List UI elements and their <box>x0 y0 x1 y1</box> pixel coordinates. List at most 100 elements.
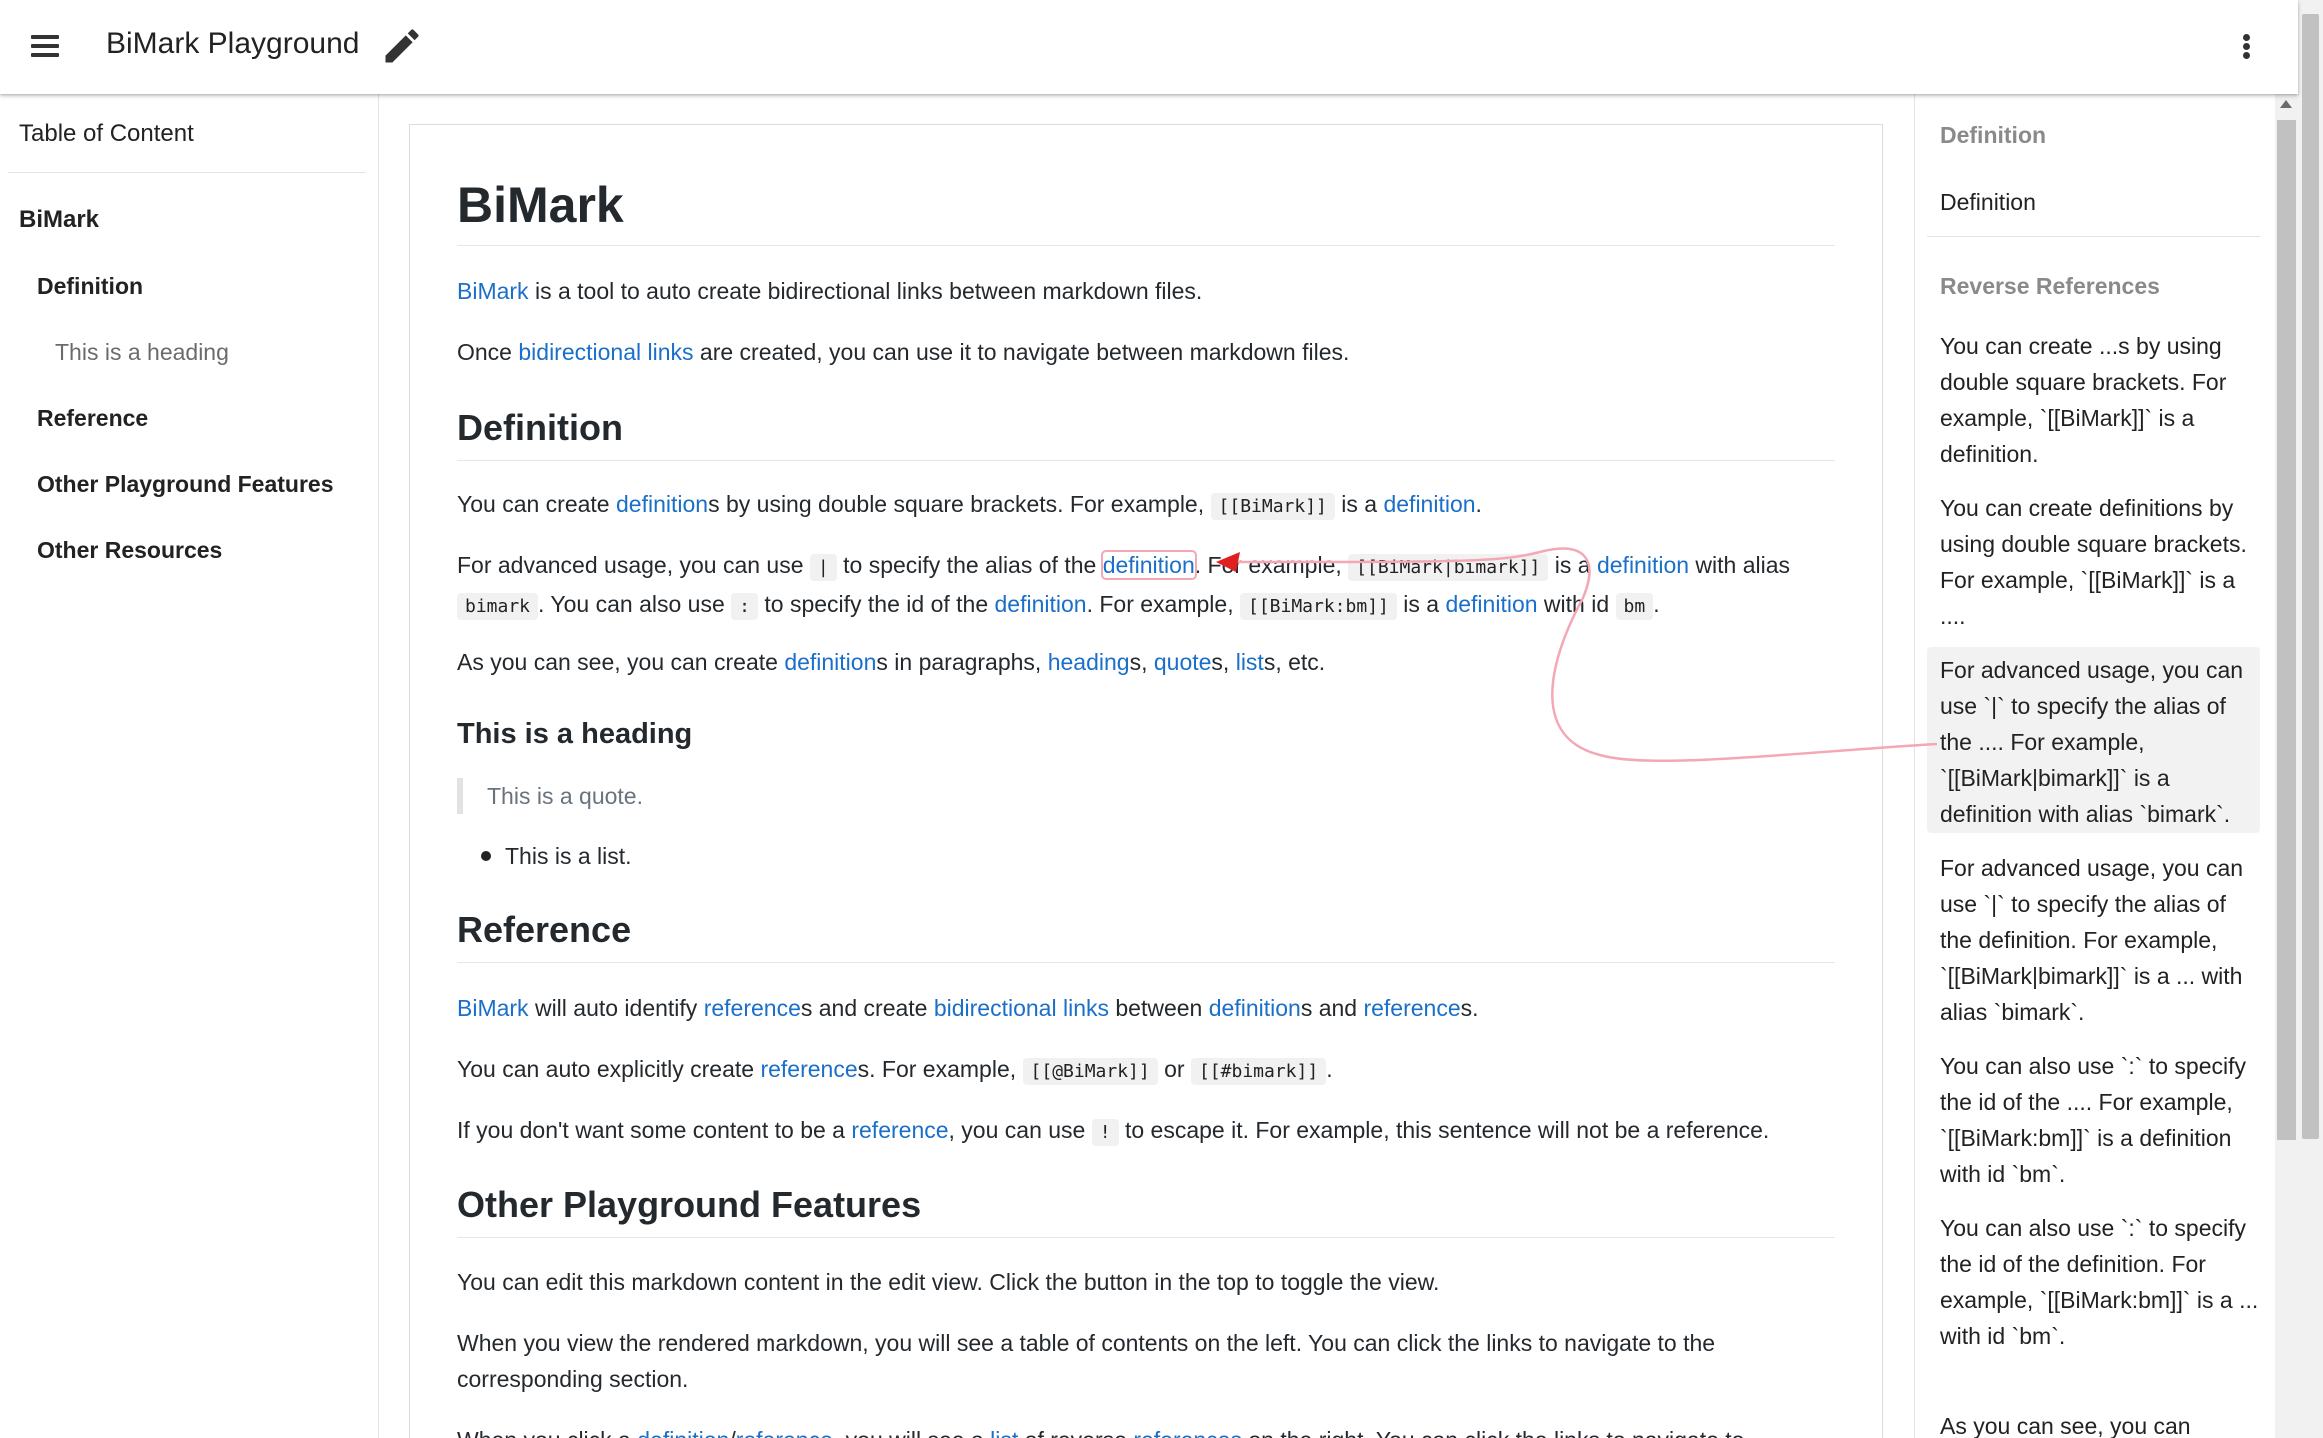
toc-item-other-playground-features[interactable]: Other Playground Features <box>37 471 334 498</box>
h1-divider <box>457 245 1835 246</box>
code-inline: | <box>809 554 837 581</box>
app-bar: BiMark Playground <box>0 0 2298 94</box>
link-heading[interactable]: heading <box>1048 649 1130 675</box>
link-definition[interactable]: definition <box>1209 995 1301 1021</box>
link-reference[interactable]: reference <box>736 1427 833 1438</box>
link-bimark[interactable]: BiMark <box>457 278 529 304</box>
text: For advanced usage, you can use <box>457 552 810 578</box>
link-reference[interactable]: reference <box>1363 995 1460 1021</box>
text: . For example, <box>1086 591 1240 617</box>
blockquote: This is a quote. <box>457 778 1835 814</box>
bullet <box>481 851 491 861</box>
toc-item-definition[interactable]: Definition <box>37 273 143 300</box>
link-bidirectional-links[interactable]: bidirectional links <box>518 339 693 365</box>
intro-paragraph-2: Once bidirectional links are created, yo… <box>457 334 1835 370</box>
text: is a <box>1334 491 1384 517</box>
code-inline: [[BiMark]] <box>1210 493 1335 520</box>
text: , you will see a <box>833 1427 990 1438</box>
text: with id <box>1537 591 1616 617</box>
intro-paragraph: BiMark is a tool to auto create bidirect… <box>457 273 1835 309</box>
toc-divider <box>8 172 366 173</box>
text: are created, you can use it to navigate … <box>693 339 1350 365</box>
reverse-reference-item[interactable]: You can create ...s by using double squa… <box>1940 328 2260 472</box>
link-definition[interactable]: definition <box>1597 552 1689 578</box>
text: is a <box>1396 591 1446 617</box>
text: to specify the alias of the <box>836 552 1103 578</box>
reverse-reference-item[interactable]: You can also use `:` to specify the id o… <box>1940 1048 2260 1192</box>
reverse-reference-item[interactable]: You can create definitions by using doub… <box>1940 490 2260 634</box>
text: on the right. You can click the links to… <box>1242 1427 1744 1438</box>
reference-paragraph-3: If you don't want some content to be a r… <box>457 1112 1835 1151</box>
text: If you don't want some content to be a <box>457 1117 852 1143</box>
link-definition[interactable]: definition <box>995 591 1087 617</box>
text: is a tool to auto create bidirectional l… <box>528 278 1203 304</box>
definition-paragraph-1: You can create definitions by using doub… <box>457 486 1835 525</box>
scroll-up-arrow-icon[interactable] <box>2280 100 2292 108</box>
link-definition-active[interactable]: definition <box>1100 550 1197 580</box>
reverse-references-panel: Definition Definition Reverse References… <box>1914 94 2274 1438</box>
toc-item-this-is-a-heading[interactable]: This is a heading <box>55 339 229 366</box>
list-item: This is a list. <box>457 838 1835 874</box>
reverse-reference-item[interactable]: You can also use `:` to specify the id o… <box>1940 1210 2260 1354</box>
page-title: BiMark <box>457 177 624 233</box>
reverse-reference-item-active[interactable]: For advanced usage, you can use `|` to s… <box>1940 652 2260 832</box>
toc-item-other-resources[interactable]: Other Resources <box>37 537 222 564</box>
edit-pencil-icon[interactable] <box>380 24 424 68</box>
panel-scrollbar-thumb[interactable] <box>2277 120 2296 1140</box>
link-bidirectional-links[interactable]: bidirectional links <box>934 995 1109 1021</box>
link-definition[interactable]: definition <box>1445 591 1537 617</box>
text: You can auto explicitly create <box>457 1056 761 1082</box>
h2-divider <box>457 460 1835 461</box>
link-definition[interactable]: definition <box>1383 491 1475 517</box>
link-reference[interactable]: reference <box>704 995 801 1021</box>
text: to escape it. For example, this sentence… <box>1118 1117 1770 1143</box>
definition-value[interactable]: Definition <box>1940 184 2260 220</box>
code-inline: : <box>731 593 758 620</box>
text: is a <box>1548 552 1597 578</box>
link-reference[interactable]: reference <box>851 1117 948 1143</box>
link-list[interactable]: list <box>1236 649 1264 675</box>
window-scrollbar-thumb[interactable] <box>2302 14 2319 1139</box>
text: with alias <box>1689 552 1791 578</box>
table-of-contents: Table of Content BiMark Definition This … <box>0 94 379 1438</box>
text: between <box>1108 995 1209 1021</box>
code-inline: bimark <box>457 593 539 620</box>
toc-item-reference[interactable]: Reference <box>37 405 148 432</box>
text: s, <box>1211 649 1236 675</box>
text: . <box>1475 491 1482 517</box>
text: s, <box>1129 649 1154 675</box>
text: As you can see, you can create <box>457 649 785 675</box>
link-definition[interactable]: definition <box>616 491 708 517</box>
toc-header: Table of Content <box>19 120 194 147</box>
link-definition[interactable]: definition <box>784 649 876 675</box>
text: to specify the id of the <box>757 591 995 617</box>
other-paragraph-2: When you view the rendered markdown, you… <box>457 1330 1716 1392</box>
text: s in paragraphs, <box>876 649 1048 675</box>
link-references[interactable]: references <box>1133 1427 1242 1438</box>
link-list[interactable]: list <box>990 1427 1018 1438</box>
link-bimark[interactable]: BiMark <box>457 995 529 1021</box>
text: s and create <box>800 995 934 1021</box>
definition-paragraph-3: As you can see, you can create definitio… <box>457 644 1835 680</box>
reverse-reference-item[interactable]: For advanced usage, you can use `|` to s… <box>1940 850 2260 1030</box>
link-reference[interactable]: reference <box>760 1056 857 1082</box>
text: s by using double square brackets. For e… <box>708 491 1211 517</box>
link-quote[interactable]: quote <box>1154 649 1212 675</box>
reverse-references-header: Reverse References <box>1940 273 2160 299</box>
text: . <box>1653 591 1660 617</box>
toc-item-bimark[interactable]: BiMark <box>19 206 99 234</box>
text: s, etc. <box>1263 649 1326 675</box>
h2-divider <box>457 962 1835 963</box>
more-vert-icon[interactable] <box>2222 22 2270 70</box>
heading-other-playground-features: Other Playground Features <box>457 1184 922 1225</box>
reverse-reference-item[interactable]: As you can see, you can <box>1940 1408 2260 1438</box>
text: will auto identify <box>528 995 704 1021</box>
reference-paragraph-2: You can auto explicitly create reference… <box>457 1051 1835 1090</box>
link-definition[interactable]: definition <box>637 1427 729 1438</box>
text: You can create <box>457 491 616 517</box>
code-inline: ! <box>1091 1119 1119 1146</box>
menu-icon[interactable] <box>22 22 70 70</box>
heading-reference: Reference <box>457 909 632 950</box>
text: . For example, <box>1194 552 1349 578</box>
text: Once <box>457 339 519 365</box>
